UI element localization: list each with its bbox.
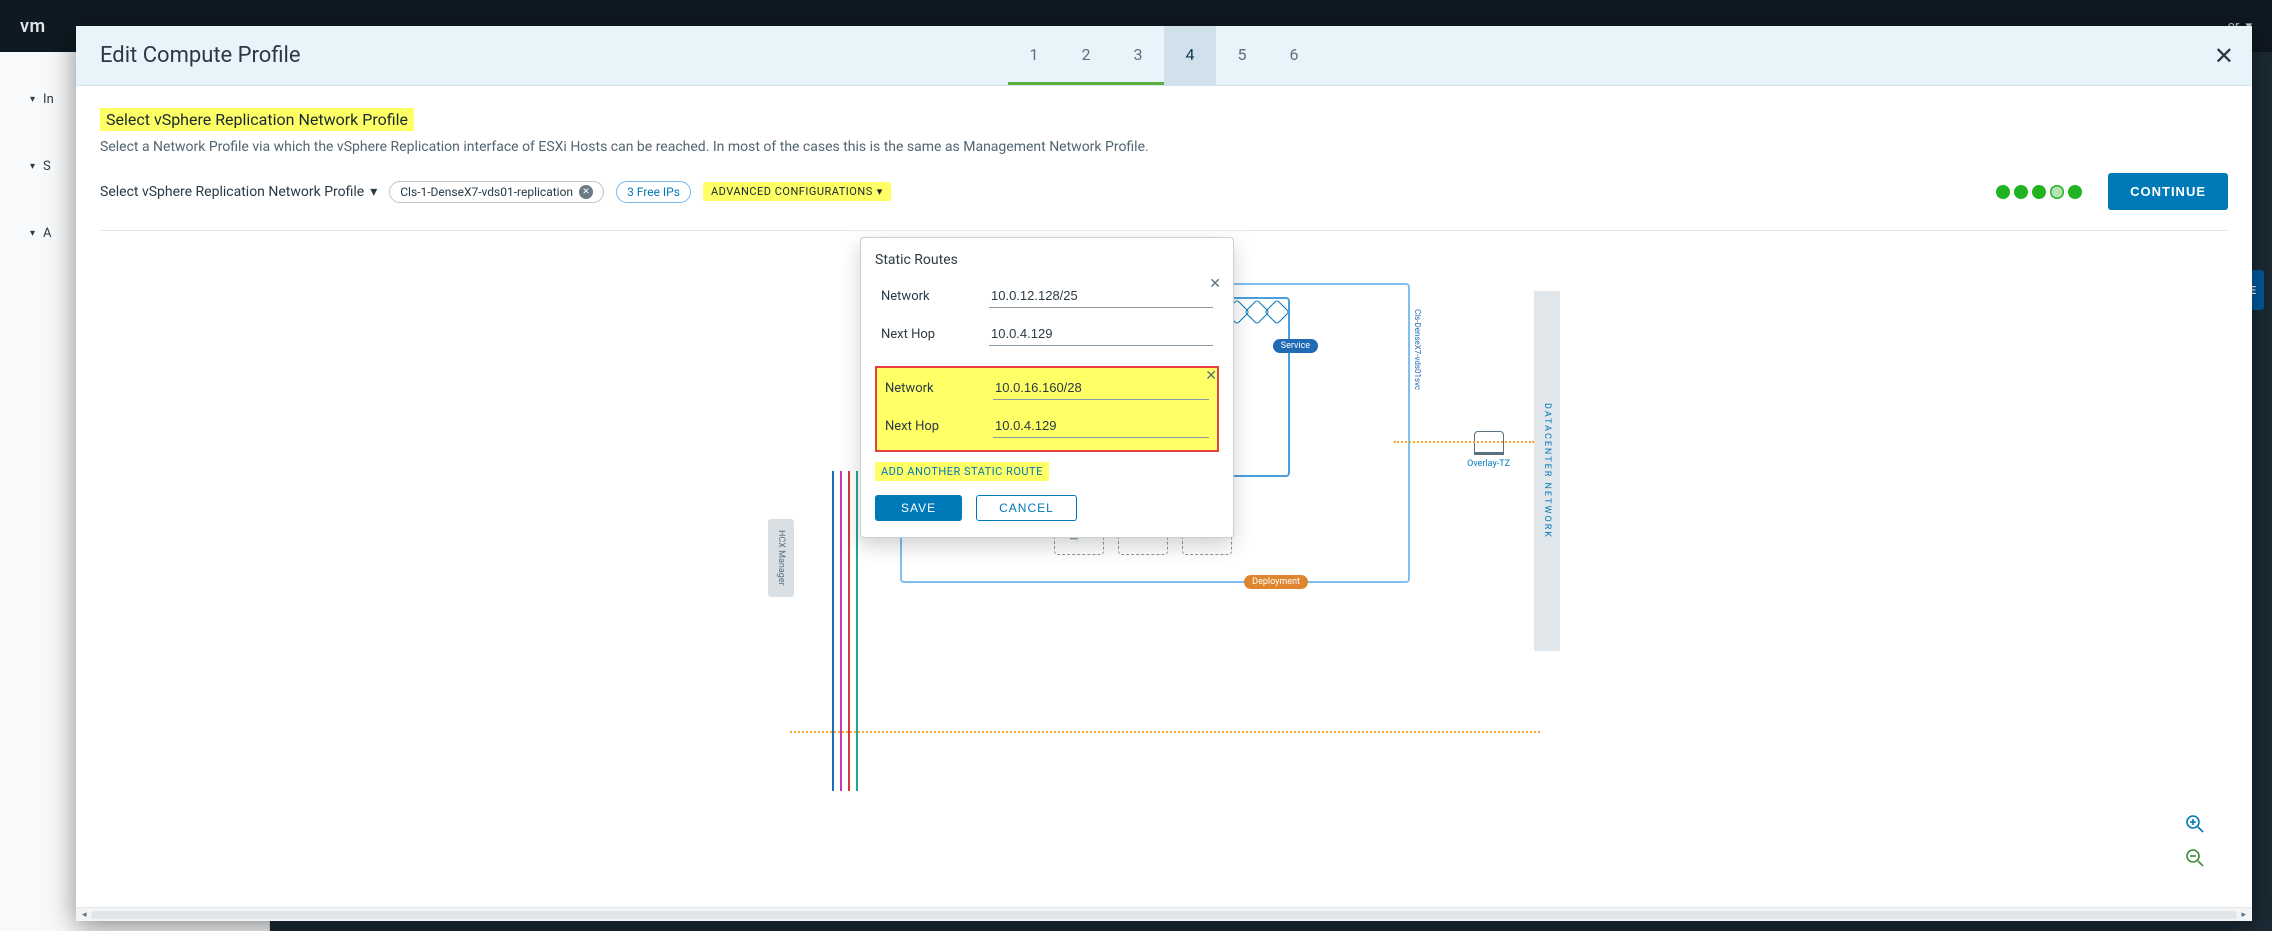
- validation-status-dots: [1996, 185, 2082, 199]
- remove-route-icon[interactable]: ✕: [1205, 368, 1217, 384]
- datacenter-network-label: DATACENTER NETWORK: [1542, 403, 1552, 539]
- profile-dropdown-label: Select vSphere Replication Network Profi…: [100, 184, 364, 200]
- status-dot-ok: [2032, 185, 2046, 199]
- modal-title: Edit Compute Profile: [76, 43, 301, 68]
- wizard-step-2[interactable]: 2: [1060, 26, 1112, 85]
- zoom-controls: [2184, 813, 2206, 869]
- wizard-step-3[interactable]: 3: [1112, 26, 1164, 85]
- zoom-out-button[interactable]: [2184, 847, 2206, 869]
- datacenter-network-block: DATACENTER NETWORK: [1534, 291, 1560, 651]
- scroll-left-arrow[interactable]: ◂: [82, 910, 87, 920]
- service-type-icon: [1264, 299, 1289, 324]
- wizard-step-1[interactable]: 1: [1008, 26, 1060, 85]
- route-entry-1: ✕ Network Next Hop: [875, 278, 1219, 356]
- popover-actions: SAVE CANCEL: [875, 495, 1219, 521]
- sidebar-item-label: A: [43, 226, 51, 241]
- freeips-chip: 3 Free IPs: [616, 181, 691, 203]
- profile-config-row: Select vSphere Replication Network Profi…: [100, 173, 2228, 210]
- app-logo: vm: [20, 16, 46, 37]
- wizard-step-6[interactable]: 6: [1268, 26, 1320, 85]
- overlay-label: Overlay-TZ: [1467, 459, 1510, 469]
- base-link-line: [790, 731, 1540, 733]
- overlay-tz-block: Overlay-TZ: [1467, 431, 1510, 469]
- chevron-down-icon: ▾: [30, 94, 35, 105]
- nexthop-input[interactable]: [989, 322, 1213, 346]
- static-routes-popover: Static Routes ✕ Network Next Hop ✕ Netwo…: [860, 237, 1234, 538]
- advanced-configurations-label: ADVANCED CONFIGURATIONS: [711, 185, 873, 198]
- network-label: Network: [885, 381, 975, 396]
- scrollbar-track[interactable]: [91, 911, 2238, 919]
- nexthop-label: Next Hop: [881, 327, 971, 342]
- wizard-step-4[interactable]: 4: [1164, 26, 1216, 85]
- modal-header: Edit Compute Profile 1 2 3 4 5 6 ✕: [76, 26, 2252, 86]
- add-static-route-button[interactable]: ADD ANOTHER STATIC ROUTE: [875, 462, 1049, 481]
- zoom-in-icon: [2185, 814, 2205, 834]
- nexthop-label: Next Hop: [885, 419, 975, 434]
- zoom-in-button[interactable]: [2184, 813, 2206, 835]
- network-input[interactable]: [989, 284, 1213, 308]
- cluster-label: Cls-DenseX7-vds01svc: [1413, 309, 1422, 390]
- scroll-right-arrow[interactable]: ▸: [2241, 910, 2246, 920]
- profile-dropdown[interactable]: Select vSphere Replication Network Profi…: [100, 184, 377, 200]
- chevron-down-icon: ▾: [30, 161, 35, 172]
- net-line-replication: [848, 471, 850, 791]
- chevron-down-icon: ▾: [370, 184, 377, 200]
- status-dot-ok: [2068, 185, 2082, 199]
- advanced-configurations-toggle[interactable]: ADVANCED CONFIGURATIONS ▾: [703, 182, 891, 201]
- popover-title: Static Routes: [875, 252, 1219, 268]
- profile-chip-label: Cls-1-DenseX7-vds01-replication: [400, 185, 573, 199]
- zoom-out-icon: [2185, 848, 2205, 868]
- hcx-manager-label: HCX Manager: [776, 530, 786, 586]
- net-line-vmotion: [840, 471, 842, 791]
- hcx-manager-block: HCX Manager: [768, 519, 794, 597]
- network-label: Network: [881, 289, 971, 304]
- wizard-steps: 1 2 3 4 5 6: [1008, 26, 1320, 85]
- section-heading: Select vSphere Replication Network Profi…: [100, 108, 414, 131]
- save-button[interactable]: SAVE: [875, 495, 962, 521]
- overlay-link-line: [1394, 441, 1534, 443]
- route-entry-2: ✕ Network Next Hop: [875, 366, 1219, 452]
- net-line-uplink: [856, 471, 858, 791]
- chevron-down-icon: ▾: [877, 185, 883, 198]
- nexthop-input[interactable]: [993, 414, 1209, 438]
- horizontal-scrollbar[interactable]: ◂ ▸: [76, 907, 2252, 921]
- status-dot-ok: [1996, 185, 2010, 199]
- deployment-tag: Deployment: [1244, 575, 1308, 589]
- cancel-button[interactable]: CANCEL: [976, 495, 1077, 521]
- chevron-down-icon: ▾: [30, 228, 35, 239]
- modal-body: Select vSphere Replication Network Profi…: [76, 86, 2252, 907]
- router-icon: [1474, 431, 1504, 455]
- status-dot-pending: [2050, 185, 2064, 199]
- service-tag: Service: [1273, 339, 1318, 353]
- sidebar-item-label: In: [43, 92, 54, 107]
- edit-compute-profile-modal: Edit Compute Profile 1 2 3 4 5 6 ✕ Selec…: [76, 26, 2252, 921]
- net-line-management: [832, 471, 834, 791]
- network-input[interactable]: [993, 376, 1209, 400]
- remove-chip-icon[interactable]: ✕: [579, 185, 593, 199]
- continue-button[interactable]: CONTINUE: [2108, 173, 2228, 210]
- sidebar-item-label: S: [43, 159, 51, 174]
- wizard-step-5[interactable]: 5: [1216, 26, 1268, 85]
- profile-chip: Cls-1-DenseX7-vds01-replication ✕: [389, 181, 604, 203]
- section-description: Select a Network Profile via which the v…: [100, 139, 2228, 155]
- remove-route-icon[interactable]: ✕: [1209, 276, 1221, 292]
- status-dot-ok: [2014, 185, 2028, 199]
- close-icon[interactable]: ✕: [2214, 42, 2234, 70]
- network-diagram-area: Static Routes ✕ Network Next Hop ✕ Netwo…: [100, 230, 2228, 897]
